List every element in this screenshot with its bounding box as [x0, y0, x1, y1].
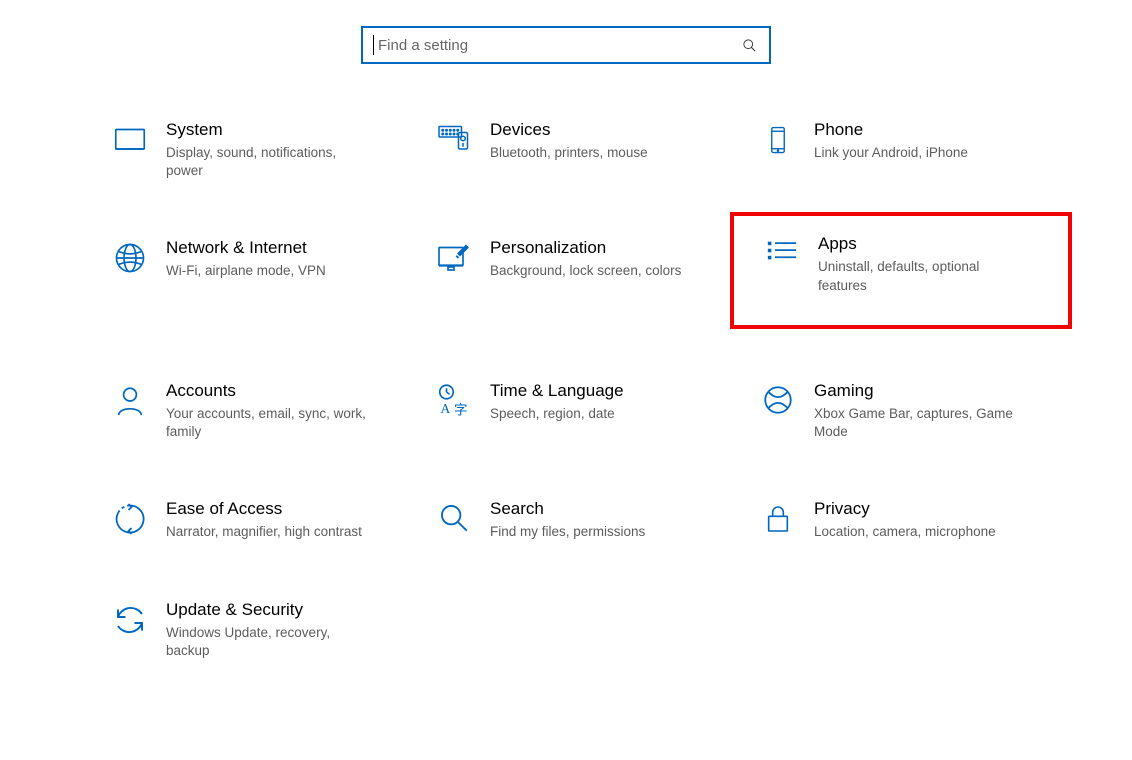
tile-accounts[interactable]: Accounts Your accounts, email, sync, wor… — [100, 375, 424, 447]
tile-ease-of-access[interactable]: Ease of Access Narrator, magnifier, high… — [100, 493, 424, 547]
network-icon — [100, 238, 160, 276]
tile-desc: Bluetooth, printers, mouse — [490, 144, 648, 162]
tile-apps[interactable]: Apps Uninstall, defaults, optional featu… — [730, 212, 1072, 328]
tile-privacy[interactable]: Privacy Location, camera, microphone — [748, 493, 1072, 547]
tile-update-security[interactable]: Update & Security Windows Update, recove… — [100, 594, 424, 666]
search-container — [0, 0, 1132, 114]
tile-time-language[interactable]: A 字 Time & Language Speech, region, date — [424, 375, 748, 447]
tile-desc: Your accounts, email, sync, work, family — [166, 405, 376, 441]
tile-desc: Location, camera, microphone — [814, 523, 996, 541]
privacy-icon — [748, 499, 808, 537]
tile-phone[interactable]: Phone Link your Android, iPhone — [748, 114, 1072, 186]
system-icon — [100, 120, 160, 158]
personalization-icon — [424, 238, 484, 276]
tile-gaming[interactable]: Gaming Xbox Game Bar, captures, Game Mod… — [748, 375, 1072, 447]
tile-title: Gaming — [814, 381, 1024, 401]
tile-desc: Find my files, permissions — [490, 523, 645, 541]
tile-desc: Display, sound, notifications, power — [166, 144, 376, 180]
tile-title: Apps — [818, 234, 1028, 254]
devices-icon — [424, 120, 484, 158]
tile-title: Ease of Access — [166, 499, 362, 519]
tile-title: Network & Internet — [166, 238, 326, 258]
tile-search[interactable]: Search Find my files, permissions — [424, 493, 748, 547]
tile-title: Update & Security — [166, 600, 376, 620]
tile-system[interactable]: System Display, sound, notifications, po… — [100, 114, 424, 186]
tile-desc: Uninstall, defaults, optional features — [818, 258, 1028, 294]
ease-of-access-icon — [100, 499, 160, 537]
tile-desc: Speech, region, date — [490, 405, 624, 423]
svg-text:A: A — [441, 401, 451, 416]
tile-network[interactable]: Network & Internet Wi-Fi, airplane mode,… — [100, 232, 424, 328]
update-security-icon — [100, 600, 160, 638]
tile-title: Search — [490, 499, 645, 519]
tile-title: Accounts — [166, 381, 376, 401]
tile-desc: Narrator, magnifier, high contrast — [166, 523, 362, 541]
search-box[interactable] — [361, 26, 771, 64]
tile-title: Time & Language — [490, 381, 624, 401]
settings-grid: System Display, sound, notifications, po… — [0, 114, 1132, 666]
tile-title: Phone — [814, 120, 968, 140]
tile-desc: Wi-Fi, airplane mode, VPN — [166, 262, 326, 280]
search-icon — [739, 35, 759, 55]
svg-text:字: 字 — [454, 402, 468, 417]
phone-icon — [748, 120, 808, 158]
tile-desc: Link your Android, iPhone — [814, 144, 968, 162]
tile-desc: Background, lock screen, colors — [490, 262, 681, 280]
gaming-icon — [748, 381, 808, 417]
search-input[interactable] — [376, 36, 739, 55]
tile-desc: Xbox Game Bar, captures, Game Mode — [814, 405, 1024, 441]
search-tile-icon — [424, 499, 484, 535]
tile-devices[interactable]: Devices Bluetooth, printers, mouse — [424, 114, 748, 186]
tile-title: Personalization — [490, 238, 681, 258]
tile-title: Privacy — [814, 499, 996, 519]
time-language-icon: A 字 — [424, 381, 484, 419]
tile-title: System — [166, 120, 376, 140]
accounts-icon — [100, 381, 160, 419]
apps-icon — [752, 234, 812, 270]
tile-personalization[interactable]: Personalization Background, lock screen,… — [424, 232, 748, 328]
tile-title: Devices — [490, 120, 648, 140]
text-cursor — [373, 35, 374, 55]
tile-desc: Windows Update, recovery, backup — [166, 624, 376, 660]
